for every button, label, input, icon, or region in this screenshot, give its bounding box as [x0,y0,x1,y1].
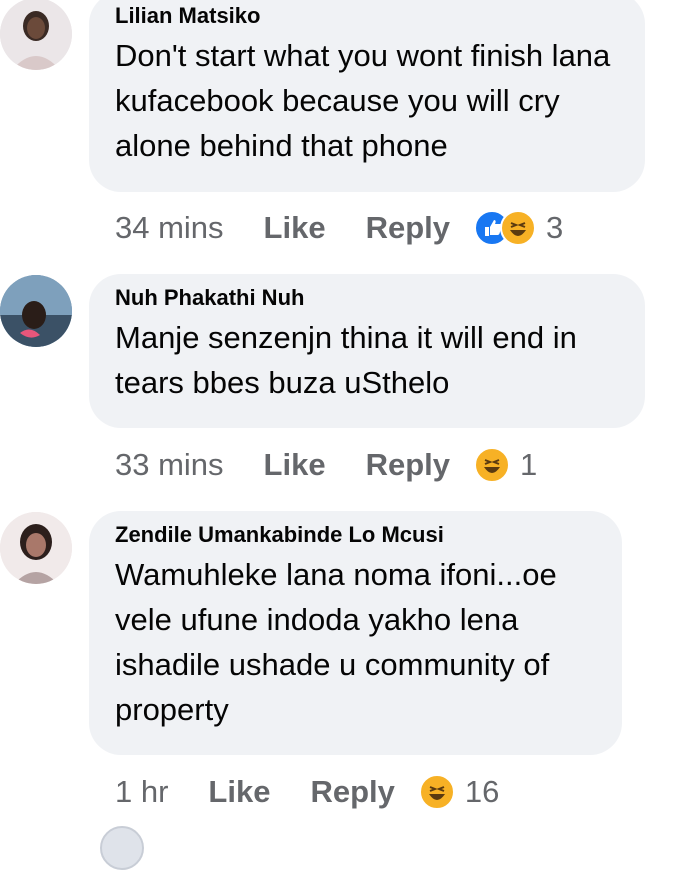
like-button[interactable]: Like [208,774,270,810]
avatar[interactable] [0,512,72,584]
reaction-summary[interactable]: 16 [418,774,500,810]
comment-text: Manje senzenjn thina it will end in tear… [115,320,577,400]
comment-author[interactable]: Lilian Matsiko [115,2,619,30]
like-button[interactable]: Like [264,447,326,483]
reaction-summary[interactable]: 1 [474,447,537,483]
user-avatar-icon [0,512,72,584]
haha-reaction-icon [500,210,536,246]
comment-timestamp[interactable]: 1 hr [115,774,168,810]
comment-bubble: Nuh Phakathi Nuh Manje senzenjn thina it… [89,274,645,428]
comment-bubble: Lilian Matsiko Don't start what you wont… [89,0,645,192]
reply-button[interactable]: Reply [366,447,450,483]
comment-actions: 34 mins Like Reply 3 [115,208,563,248]
reaction-count: 16 [464,774,500,809]
user-avatar-icon [0,0,72,70]
next-comment-avatar [100,826,144,870]
reaction-count: 1 [520,447,538,482]
reaction-summary[interactable]: 3 [474,210,563,246]
comment-text: Don't start what you wont finish lana ku… [115,38,611,163]
avatar[interactable] [0,0,72,70]
comment-actions: 33 mins Like Reply 1 [115,445,537,485]
reply-button[interactable]: Reply [366,210,450,246]
comment-author[interactable]: Nuh Phakathi Nuh [115,284,619,312]
haha-reaction-icon [418,774,455,810]
reaction-count: 3 [546,210,564,245]
comment-actions: 1 hr Like Reply 16 [115,772,499,812]
comment-text: Wamuhleke lana noma ifoni...oe vele ufun… [115,557,557,727]
like-button[interactable]: Like [264,210,326,246]
comment-bubble: Zendile Umankabinde Lo Mcusi Wamuhleke l… [89,511,622,755]
haha-reaction-icon [474,447,510,483]
avatar[interactable] [0,275,72,347]
comment-timestamp[interactable]: 34 mins [115,210,224,246]
comment-timestamp[interactable]: 33 mins [115,447,224,483]
comment-author[interactable]: Zendile Umankabinde Lo Mcusi [115,521,596,549]
reply-button[interactable]: Reply [310,774,394,810]
user-avatar-icon [0,275,72,347]
